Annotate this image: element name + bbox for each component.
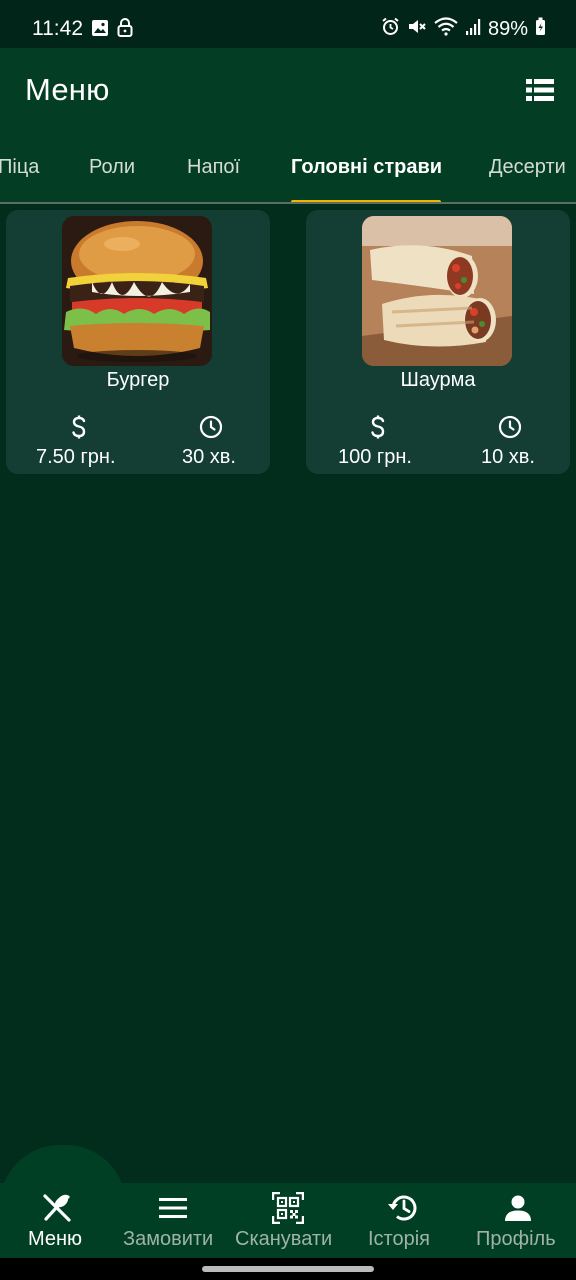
tab-rolls[interactable]: Роли: [89, 156, 135, 179]
app-bar: Меню Піца Роли Напої Головні страви Десе…: [0, 48, 576, 204]
nav-label-scan: Сканувати: [235, 1228, 333, 1250]
nav-item-history[interactable]: Історія: [346, 1183, 460, 1258]
bottom-navigation: Меню Замовити Сканувати Історія Профіль: [0, 1183, 576, 1258]
lock-icon: [117, 18, 133, 42]
page-title: Меню: [25, 72, 110, 107]
tab-pizza[interactable]: Піца: [0, 156, 39, 179]
status-bar: 11:42 89%: [0, 0, 576, 48]
burger-image: [62, 216, 212, 366]
category-tabs: Піца Роли Напої Головні страви Десерти: [0, 144, 576, 204]
nav-item-profile[interactable]: Профіль: [460, 1183, 576, 1258]
nav-label-menu: Меню: [28, 1228, 83, 1250]
shawarma-image: [362, 216, 512, 366]
nav-label-history: Історія: [368, 1228, 431, 1250]
price-dollar-icon: [365, 414, 391, 440]
dish-price: 100 грн.: [338, 446, 412, 468]
clock-icon: [497, 414, 523, 440]
tab-desserts[interactable]: Десерти: [489, 156, 566, 179]
price-dollar-icon: [66, 414, 92, 440]
wifi-icon: [434, 17, 458, 42]
dish-card-shawarma[interactable]: Шаурма 100 грн. 10 хв.: [306, 210, 570, 474]
dish-card-burger[interactable]: Бургер 7.50 грн. 30 хв.: [6, 210, 270, 474]
history-icon: [386, 1191, 420, 1225]
qr-code-icon: [271, 1191, 305, 1225]
dish-name: Шаурма: [400, 369, 476, 391]
list-view-button[interactable]: [522, 76, 558, 108]
nav-item-menu[interactable]: Меню: [0, 1183, 116, 1258]
alarm-icon: [381, 17, 400, 42]
nav-item-scan[interactable]: Сканувати: [230, 1183, 346, 1258]
menu-lines-icon: [156, 1191, 190, 1225]
home-indicator[interactable]: [202, 1266, 374, 1272]
mute-icon: [407, 17, 427, 42]
signal-icon: [465, 18, 481, 42]
tab-drinks[interactable]: Напої: [187, 156, 240, 179]
nav-label-profile: Профіль: [476, 1228, 556, 1250]
nav-item-order[interactable]: Замовити: [116, 1183, 230, 1258]
dish-price: 7.50 грн.: [36, 446, 116, 468]
clock-icon: [198, 414, 224, 440]
status-time: 11:42: [32, 17, 83, 40]
battery-text: 89%: [487, 18, 528, 40]
fork-knife-icon: [40, 1191, 74, 1225]
battery-icon: [535, 17, 546, 42]
dish-time: 10 хв.: [481, 446, 535, 468]
tab-main-dishes[interactable]: Головні страви: [291, 156, 442, 179]
gallery-icon: [91, 19, 109, 42]
tabs-divider: [0, 202, 576, 204]
person-icon: [501, 1191, 535, 1225]
dish-time: 30 хв.: [182, 446, 236, 468]
nav-label-order: Замовити: [123, 1228, 214, 1250]
dish-name: Бургер: [106, 369, 170, 391]
list-view-icon: [526, 78, 554, 107]
